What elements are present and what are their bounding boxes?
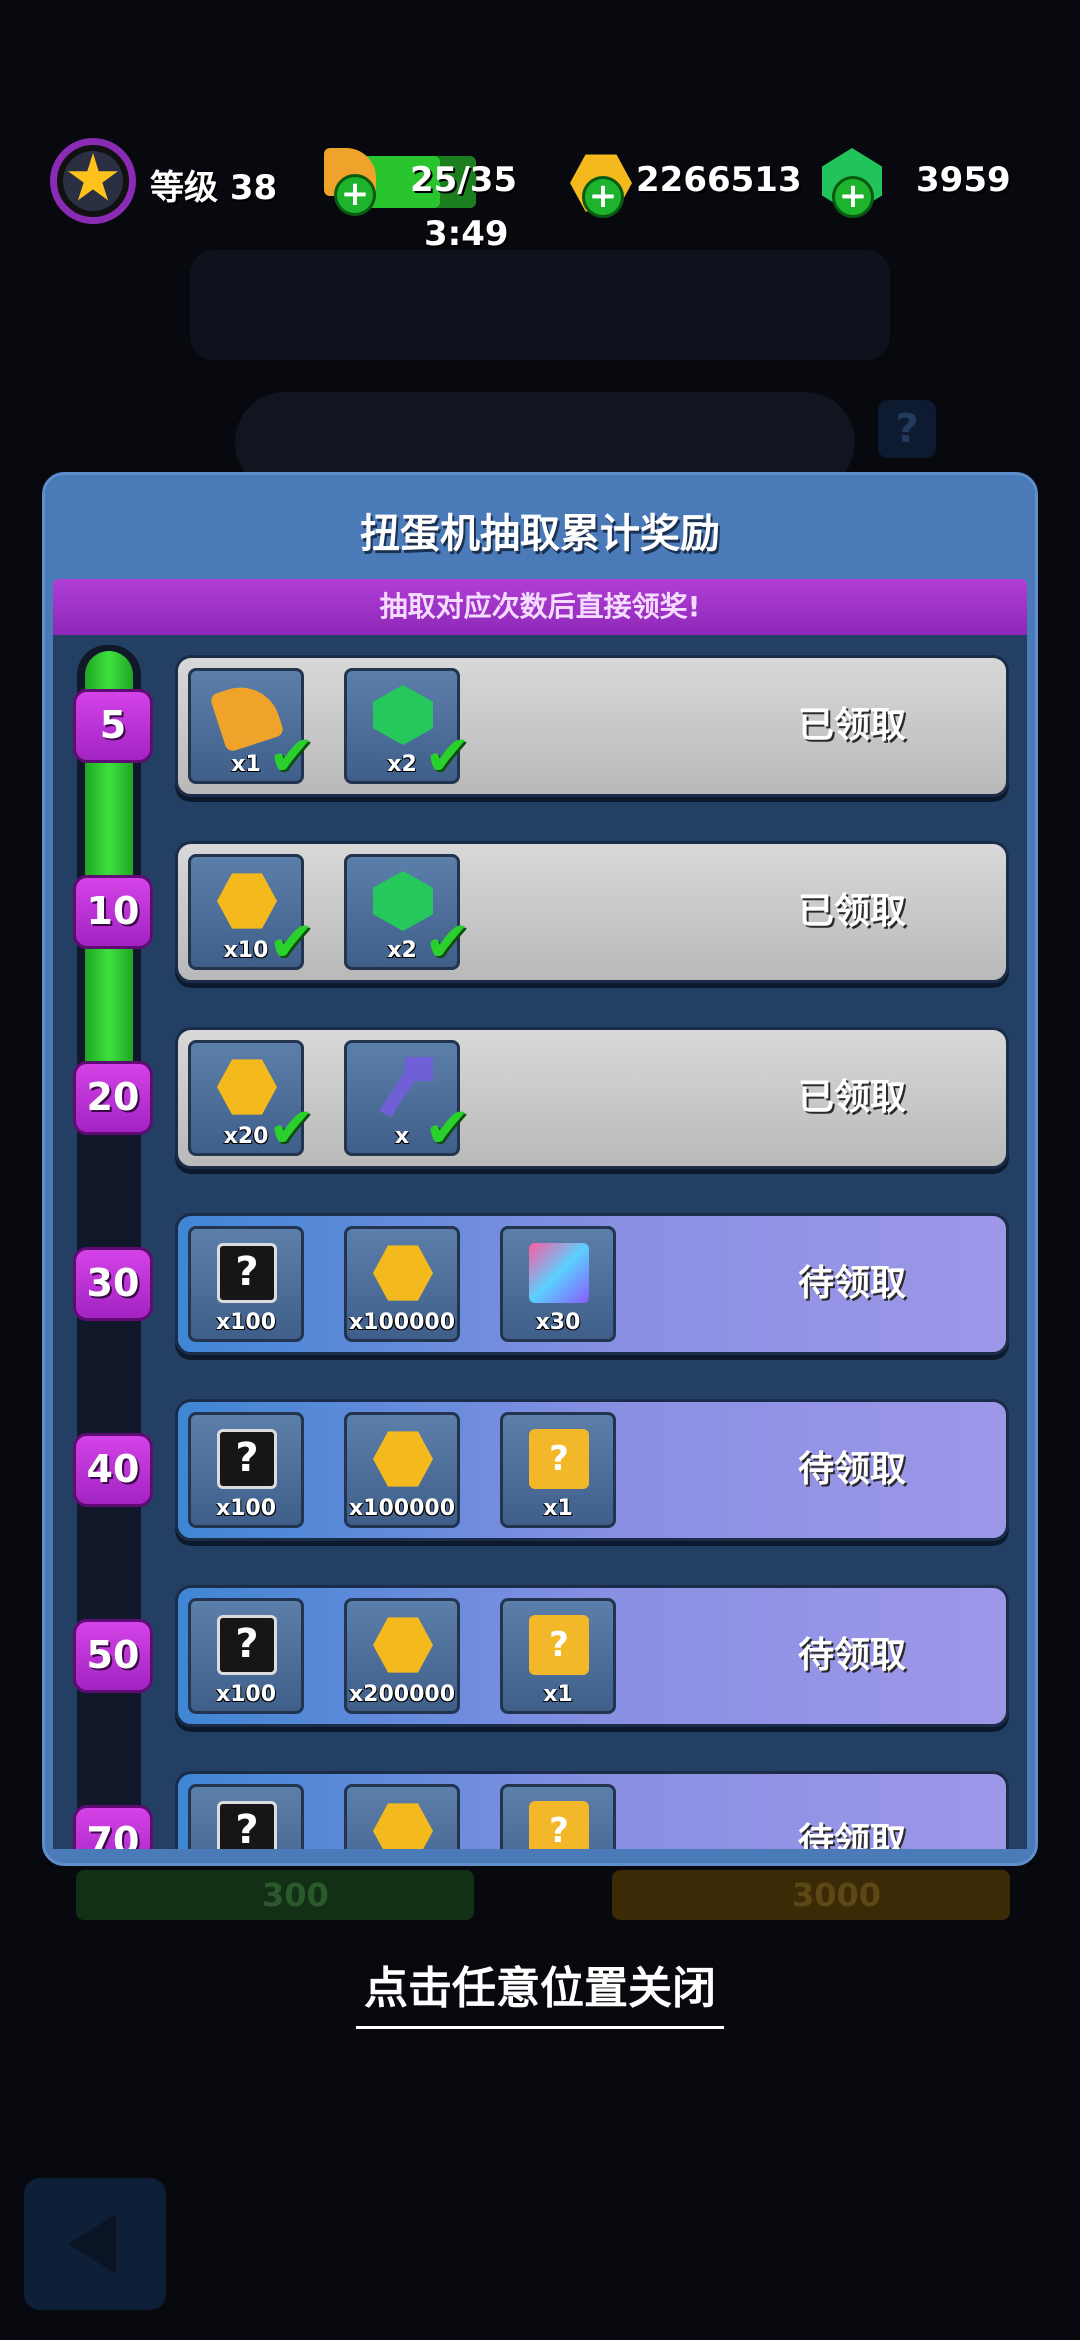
reward-slot[interactable]: ? x1 — [500, 1412, 616, 1528]
claimed-label: 已领取 — [797, 705, 906, 746]
reward-quantity: x1 — [543, 1496, 573, 1521]
lucky-box-icon: ? — [529, 1615, 589, 1675]
bg-title-panel — [190, 250, 890, 360]
reward-slot[interactable]: ? — [188, 1784, 304, 1849]
claim-button[interactable]: 待领取 — [798, 1588, 906, 1724]
milestone-badge: 40 — [73, 1433, 153, 1507]
reward-quantity: x100 — [215, 1496, 277, 1521]
reward-slot[interactable] — [344, 1784, 460, 1849]
milestone-badge: 5 — [73, 689, 153, 763]
reward-slot[interactable]: ? x100 — [188, 1412, 304, 1528]
reward-row[interactable]: ? x100 x200000? x1 待领取 — [175, 1585, 1009, 1727]
reward-slot[interactable]: x ✔ — [344, 1040, 471, 1157]
reward-quantity: x100 — [215, 1310, 277, 1335]
reward-row[interactable]: ? x100 x100000? x1 待领取 — [175, 1399, 1009, 1541]
milestone-badge: 10 — [73, 875, 153, 949]
claimed-label: 已领取 — [797, 1077, 906, 1118]
reward-slot[interactable]: ? x100 — [188, 1226, 304, 1342]
milestone-badge: 30 — [73, 1247, 153, 1321]
coin-icon — [373, 1617, 433, 1673]
reward-quantity: x30 — [535, 1310, 581, 1335]
reward-slot[interactable]: x20 ✔ — [188, 1040, 315, 1157]
checkmark-icon: ✔ — [268, 910, 315, 975]
mystery-box-icon: ? — [217, 1429, 277, 1489]
checkmark-icon: ✔ — [424, 1096, 471, 1161]
behind-left-price: 300 — [262, 1876, 329, 1914]
milestone-badge: 20 — [73, 1061, 153, 1135]
star-icon — [68, 153, 118, 201]
coin-icon — [373, 1803, 433, 1849]
claim-button[interactable]: 待领取 — [798, 1774, 906, 1849]
reward-slot[interactable]: ? x100 — [188, 1598, 304, 1714]
energy-value: 25/35 — [410, 160, 518, 200]
close-hint[interactable]: 点击任意位置关闭 — [0, 1952, 1080, 2016]
lucky-box-icon: ? — [529, 1429, 589, 1489]
close-hint-underline — [356, 2026, 724, 2029]
reward-slot[interactable]: ? x1 — [500, 1598, 616, 1714]
gem-count: 3959 — [916, 160, 1011, 200]
avatar-icon — [529, 1243, 589, 1303]
reward-row[interactable]: ? x100 x100000 x30 待领取 — [175, 1213, 1009, 1355]
reward-slot[interactable]: x100000 — [344, 1412, 460, 1528]
pizza-energy-icon: + — [324, 148, 378, 216]
reward-quantity: x100000 — [348, 1496, 456, 1521]
mystery-box-icon: ? — [217, 1615, 277, 1675]
reward-row: x1 ✔ x2 ✔ 已领取 — [175, 655, 1009, 797]
mystery-box-icon: ? — [217, 1243, 277, 1303]
checkmark-icon: ✔ — [424, 910, 471, 975]
reward-modal: 扭蛋机抽取累计奖励 抽取对应次数后直接领奖! 5 x1 ✔ x2 ✔ 已领取 10 x10 ✔ x… — [42, 472, 1038, 1866]
milestone-badge: 50 — [73, 1619, 153, 1693]
checkmark-icon: ✔ — [268, 724, 315, 789]
level-label: 等级 38 — [150, 168, 278, 208]
reward-slot[interactable]: x2 ✔ — [344, 668, 471, 785]
modal-banner: 抽取对应次数后直接领奖! — [53, 579, 1027, 635]
checkmark-icon: ✔ — [268, 1096, 315, 1161]
reward-quantity: x100 — [215, 1682, 277, 1707]
back-button[interactable] — [24, 2178, 166, 2310]
reward-quantity: x100000 — [348, 1310, 456, 1335]
behind-green-button: 300 — [76, 1870, 474, 1920]
reward-slot[interactable]: x100000 — [344, 1226, 460, 1342]
reward-slot[interactable]: x2 ✔ — [344, 854, 471, 971]
reward-slot[interactable]: x200000 — [344, 1598, 460, 1714]
checkmark-icon: ✔ — [424, 724, 471, 789]
energy-timer: 3:49 — [424, 214, 509, 254]
reward-slot[interactable]: x1 ✔ — [188, 668, 315, 785]
add-energy-icon[interactable]: + — [334, 174, 376, 216]
claim-button[interactable]: 待领取 — [798, 1402, 906, 1538]
milestone-badge: 70 — [73, 1805, 153, 1849]
level-badge[interactable] — [50, 138, 136, 224]
reward-row: x20 ✔ x ✔ 已领取 — [175, 1027, 1009, 1169]
claim-button[interactable]: 待领取 — [798, 1216, 906, 1352]
reward-quantity: x1 — [543, 1682, 573, 1707]
reward-list[interactable]: 5 x1 ✔ x2 ✔ 已领取 10 x10 ✔ x2 ✔ 已领取 20 x20 ✔ x ✔ 已领取 30? x100… — [53, 635, 1027, 1849]
reward-row: x10 ✔ x2 ✔ 已领取 — [175, 841, 1009, 983]
behind-right-price: 3000 — [792, 1876, 882, 1914]
reward-quantity: x200000 — [348, 1682, 456, 1707]
lucky-box-icon: ? — [529, 1801, 589, 1849]
coin-icon — [373, 1245, 433, 1301]
help-icon[interactable]: ? — [878, 400, 936, 458]
claimed-label: 已领取 — [797, 891, 906, 932]
add-gems-icon[interactable]: + — [832, 176, 874, 218]
modal-title: 扭蛋机抽取累计奖励 — [360, 511, 720, 557]
coin-icon — [373, 1431, 433, 1487]
coin-count: 2266513 — [636, 160, 802, 200]
back-arrow-icon — [68, 2214, 116, 2274]
mystery-box-icon: ? — [217, 1801, 277, 1849]
reward-slot[interactable]: x10 ✔ — [188, 854, 315, 971]
add-coins-icon[interactable]: + — [582, 176, 624, 218]
reward-slot[interactable]: x30 — [500, 1226, 616, 1342]
behind-orange-button: 3000 — [612, 1870, 1010, 1920]
reward-row[interactable]: ?? 待领取 — [175, 1771, 1009, 1849]
reward-slot[interactable]: ? — [500, 1784, 616, 1849]
